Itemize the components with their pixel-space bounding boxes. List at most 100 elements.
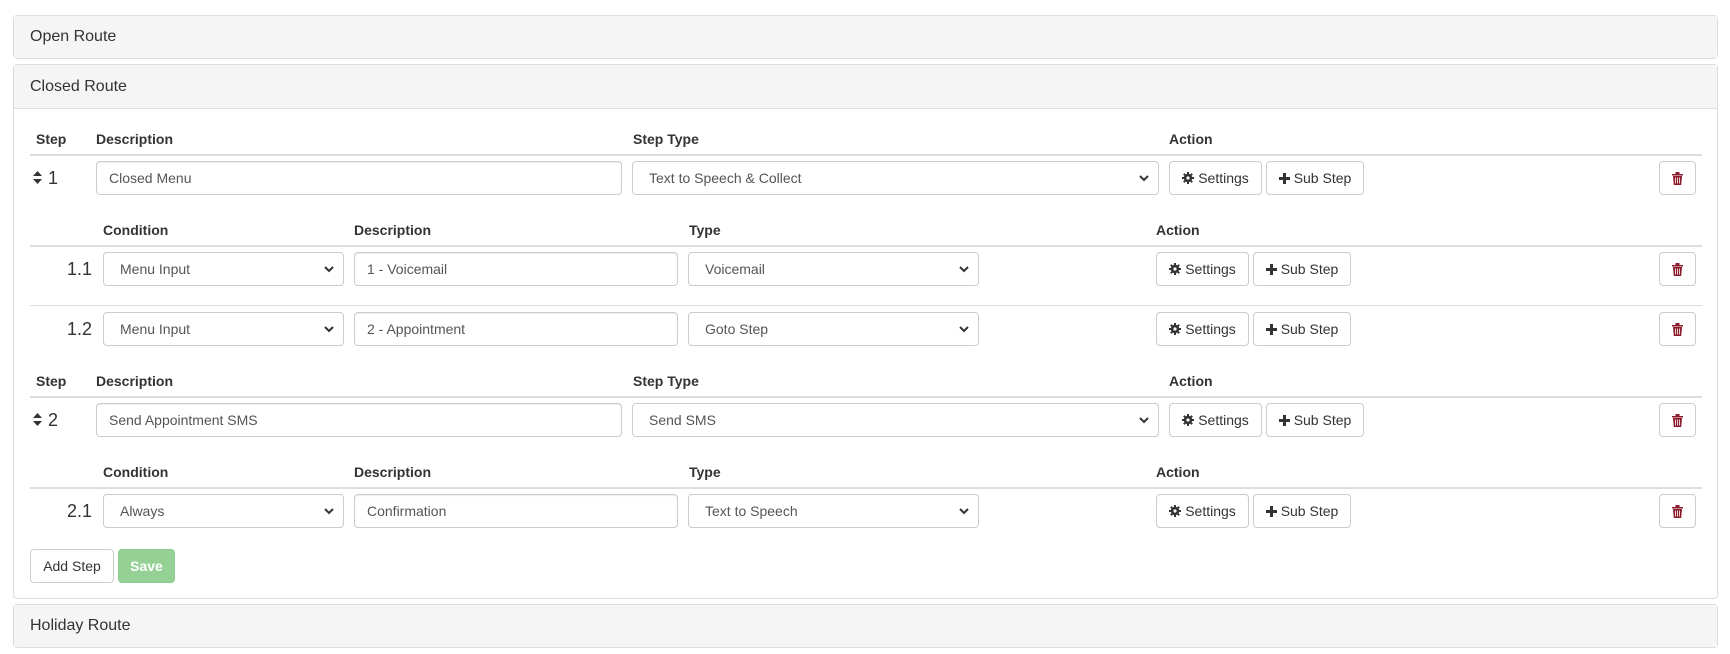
header-divider	[30, 154, 1702, 156]
settings-button[interactable]: Settings	[1169, 403, 1262, 437]
substep-description-value: Confirmation	[367, 503, 447, 519]
substep-description-input[interactable]: 2 - Appointment	[354, 312, 678, 346]
condition-value: Menu Input	[120, 321, 191, 337]
sub-step-button[interactable]: Sub Step	[1266, 403, 1364, 437]
sub-step-button[interactable]: Sub Step	[1253, 252, 1351, 286]
step-type-value: Send SMS	[649, 412, 716, 428]
step-header: Step	[36, 373, 67, 389]
type-value: Goto Step	[705, 321, 769, 337]
step-type-value: Text to Speech & Collect	[649, 170, 802, 186]
substep-description-value: 2 - Appointment	[367, 321, 466, 337]
plus-icon	[1265, 323, 1277, 335]
condition-select[interactable]: Always	[103, 494, 344, 528]
trash-icon	[1672, 504, 1683, 518]
sub-step-button[interactable]: Sub Step	[1253, 312, 1351, 346]
condition-header: Condition	[103, 222, 169, 238]
trash-icon	[1672, 413, 1683, 427]
step-type-header: Step Type	[633, 373, 699, 389]
sub-header-divider	[30, 487, 1702, 489]
action-header: Action	[1169, 373, 1213, 389]
step-type-select[interactable]: Send SMS	[632, 403, 1159, 437]
gear-icon	[1169, 505, 1182, 517]
sort-icon[interactable]	[33, 410, 42, 431]
step-description-input[interactable]: Closed Menu	[96, 161, 622, 195]
type-value: Text to Speech	[705, 503, 798, 519]
plus-icon	[1278, 172, 1290, 184]
substep-number: 1.1	[66, 258, 92, 279]
type-select[interactable]: Goto Step	[688, 312, 979, 346]
sub-step-label: Sub Step	[1280, 261, 1339, 277]
step-number-label: 1	[48, 167, 59, 188]
trash-icon	[1672, 171, 1683, 185]
holiday-route-heading[interactable]: Holiday Route	[14, 605, 1717, 647]
open-route-title: Open Route	[30, 28, 117, 45]
sub-step-label: Sub Step	[1293, 412, 1352, 428]
condition-select[interactable]: Menu Input	[103, 252, 344, 286]
chevron-down-icon	[324, 266, 334, 273]
type-value: Voicemail	[705, 261, 765, 277]
sub-step-button[interactable]: Sub Step	[1266, 161, 1364, 195]
step-type-select[interactable]: Text to Speech & Collect	[632, 161, 1159, 195]
open-route-heading[interactable]: Open Route	[14, 16, 1717, 58]
chevron-down-icon	[959, 326, 969, 333]
delete-substep-button[interactable]	[1659, 252, 1696, 286]
holiday-route-panel: Holiday Route	[13, 604, 1718, 648]
closed-route-heading[interactable]: Closed Route	[14, 65, 1717, 109]
chevron-down-icon	[959, 266, 969, 273]
type-select[interactable]: Text to Speech	[688, 494, 979, 528]
settings-label: Settings	[1198, 412, 1249, 428]
add-step-button[interactable]: Add Step	[30, 549, 114, 583]
gear-icon	[1169, 263, 1182, 275]
plus-icon	[1265, 505, 1277, 517]
plus-icon	[1278, 414, 1290, 426]
substep-description-input[interactable]: 1 - Voicemail	[354, 252, 678, 286]
delete-substep-button[interactable]	[1659, 312, 1696, 346]
delete-step-button[interactable]	[1659, 403, 1696, 437]
step-description-value: Send Appointment SMS	[109, 412, 258, 428]
delete-step-button[interactable]	[1659, 161, 1696, 195]
settings-button[interactable]: Settings	[1169, 161, 1262, 195]
step-number: 1	[33, 161, 58, 195]
type-header: Type	[689, 464, 721, 480]
sort-icon[interactable]	[33, 168, 42, 189]
action-header: Action	[1169, 131, 1213, 147]
sub-description-header: Description	[354, 222, 432, 238]
condition-header: Condition	[103, 464, 169, 480]
settings-label: Settings	[1185, 261, 1236, 277]
save-button[interactable]: Save	[118, 549, 175, 583]
plus-icon	[1265, 263, 1277, 275]
gear-icon	[1169, 323, 1182, 335]
sub-step-label: Sub Step	[1280, 321, 1339, 337]
settings-button[interactable]: Settings	[1156, 494, 1249, 528]
settings-button[interactable]: Settings	[1156, 252, 1249, 286]
header-divider	[30, 396, 1702, 398]
step-description-input[interactable]: Send Appointment SMS	[96, 403, 622, 437]
closed-route-title: Closed Route	[30, 77, 127, 95]
type-header: Type	[689, 222, 721, 238]
sub-step-button[interactable]: Sub Step	[1253, 494, 1351, 528]
delete-substep-button[interactable]	[1659, 494, 1696, 528]
sub-action-header: Action	[1156, 222, 1200, 238]
step-header: Step	[36, 131, 67, 147]
add-step-label: Add Step	[43, 558, 101, 574]
substep-description-input[interactable]: Confirmation	[354, 494, 678, 528]
trash-icon	[1672, 262, 1683, 276]
type-select[interactable]: Voicemail	[688, 252, 979, 286]
description-header: Description	[96, 131, 174, 147]
step-number: 2	[33, 403, 58, 437]
settings-label: Settings	[1185, 321, 1236, 337]
sub-action-header: Action	[1156, 464, 1200, 480]
chevron-down-icon	[1139, 417, 1149, 424]
settings-button[interactable]: Settings	[1156, 312, 1249, 346]
holiday-route-title: Holiday Route	[30, 617, 131, 634]
condition-select[interactable]: Menu Input	[103, 312, 344, 346]
step-number-label: 2	[48, 409, 59, 430]
chevron-down-icon	[324, 326, 334, 333]
sub-step-label: Sub Step	[1293, 170, 1352, 186]
settings-label: Settings	[1185, 503, 1236, 519]
substep-description-value: 1 - Voicemail	[367, 261, 448, 277]
substep-number: 1.2	[66, 318, 92, 339]
sub-step-label: Sub Step	[1280, 503, 1339, 519]
chevron-down-icon	[1139, 175, 1149, 182]
settings-label: Settings	[1198, 170, 1249, 186]
